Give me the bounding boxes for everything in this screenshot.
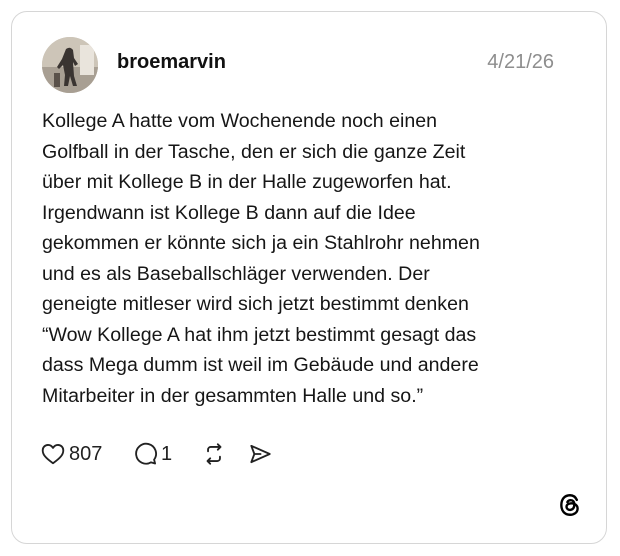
- post-text-line: gekommen er könnte sich ja ein Stahlrohr…: [42, 232, 480, 254]
- threads-logo-icon[interactable]: [557, 492, 583, 518]
- repost-icon: [206, 443, 222, 465]
- post-text-line: Mitarbeiter in der gesammten Halle und s…: [42, 384, 424, 407]
- post-text-line: über mit Kollege B in der Halle zugeworf…: [42, 171, 452, 193]
- post-text-line: Irgendwann ist Kollege B dann auf die Id…: [42, 201, 416, 224]
- post-date: 4/21/26: [487, 51, 554, 73]
- speech-bubble-icon: [135, 442, 157, 465]
- post-text-line: Golfball in der Tasche, den er sich die …: [42, 140, 466, 163]
- reply-button[interactable]: 1: [132, 439, 172, 469]
- avatar[interactable]: [42, 37, 98, 93]
- post-text-line: geneigte mitleser wird sich jetzt bestim…: [42, 293, 469, 315]
- post-text-line: Kollege A hatte vom Wochenende noch eine…: [42, 110, 438, 132]
- heart-icon: [41, 443, 65, 465]
- like-count: 807: [69, 442, 103, 465]
- send-icon: [250, 444, 271, 464]
- post-text: Kollege A hatte vom Wochenende noch eine…: [42, 106, 587, 411]
- avatar-image: [42, 37, 98, 93]
- post-text-line: “Wow Kollege A hat ihm jetzt bestimmt ge…: [42, 323, 477, 346]
- post-text-line: und es als Baseballschläger verwenden. D…: [42, 262, 430, 285]
- post-card: broemarvin 4/21/26 Kollege A hatte vom W…: [11, 11, 607, 544]
- like-button[interactable]: 807: [40, 439, 102, 469]
- reply-count: 1: [161, 442, 173, 465]
- post-text-line: dass Mega dumm ist weil im Gebäude und a…: [42, 354, 479, 376]
- username[interactable]: broemarvin: [117, 51, 226, 74]
- repost-button[interactable]: [201, 439, 227, 469]
- share-button[interactable]: [247, 439, 273, 469]
